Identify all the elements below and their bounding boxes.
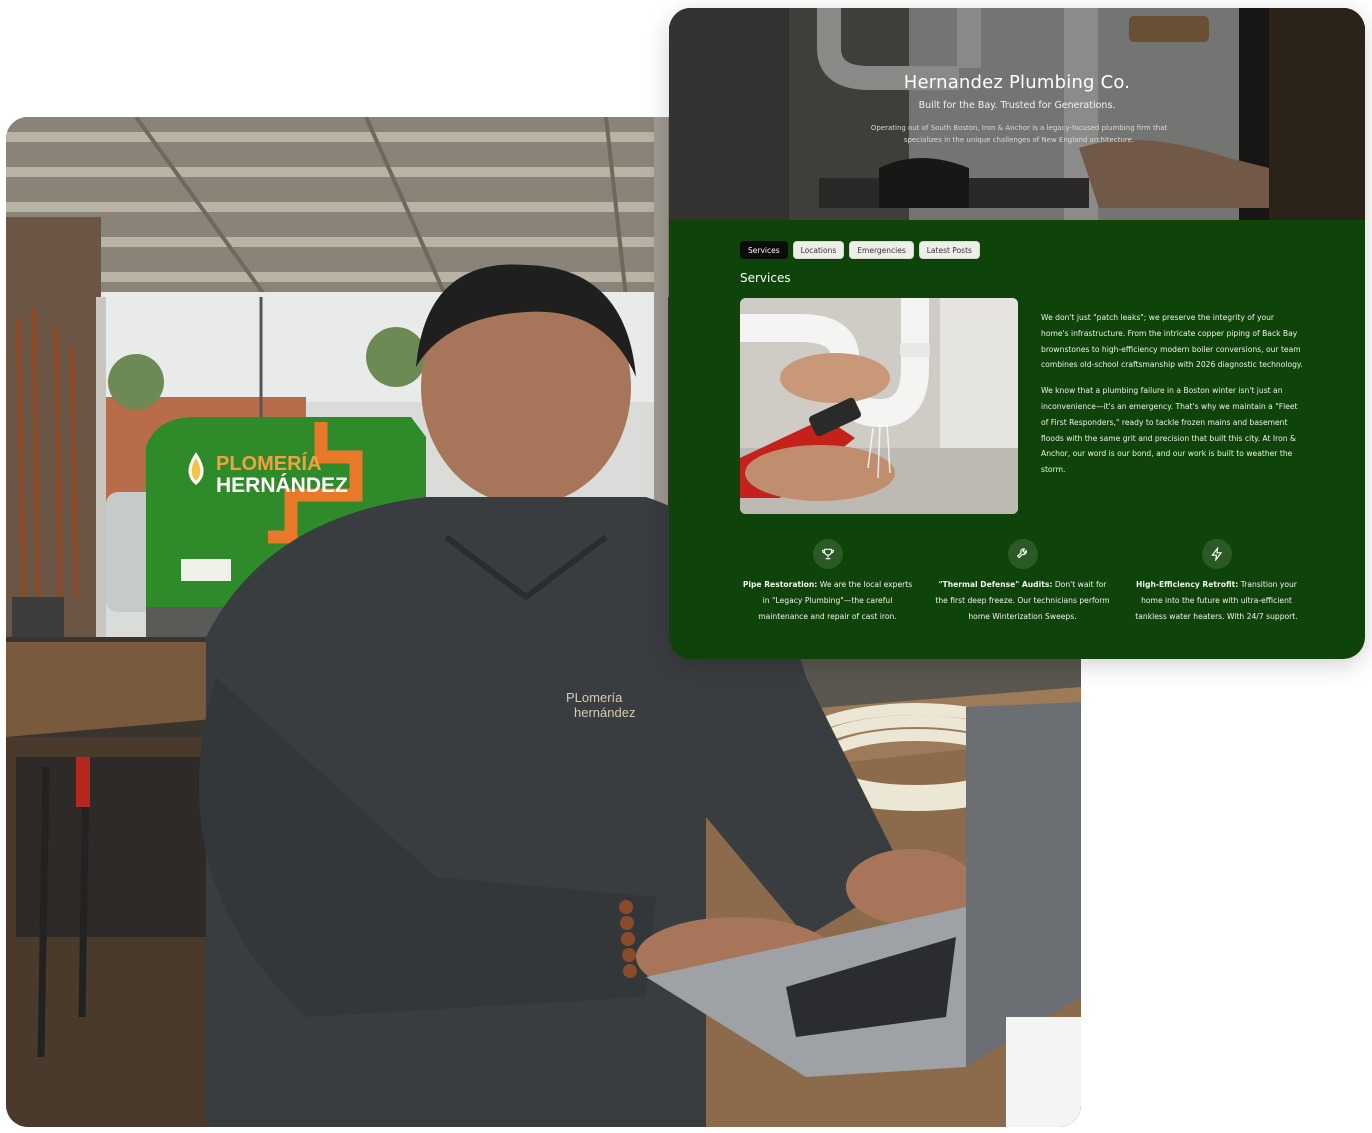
tab-locations[interactable]: Locations: [792, 241, 845, 259]
site-title: Hernandez Plumbing Co.: [903, 72, 1131, 93]
services-paragraph-2: We know that a plumbing failure in a Bos…: [1041, 386, 1298, 475]
hero-banner: Hernandez Plumbing Co. Built for the Bay…: [669, 8, 1365, 220]
feature-list: Pipe Restoration: We are the local exper…: [740, 539, 1320, 649]
wrench-icon: [1007, 539, 1038, 569]
van-text-line2: HERNÁNDEZ: [216, 474, 348, 497]
tab-latest-posts[interactable]: Latest Posts: [918, 241, 980, 259]
feature-2-title: "Thermal Defense" Audits:: [938, 580, 1053, 589]
tab-emergencies[interactable]: Emergencies: [849, 241, 914, 259]
feature-pipe-restoration: Pipe Restoration: We are the local exper…: [740, 539, 915, 625]
feature-thermal-defense: "Thermal Defense" Audits: Don't wait for…: [935, 539, 1110, 625]
pipe-repair-illustration: [740, 298, 1018, 514]
site-tagline: Built for the Bay. Trusted for Generatio…: [918, 100, 1116, 111]
tab-services[interactable]: Services: [740, 241, 788, 259]
section-heading: Services: [740, 271, 791, 285]
services-description: We don't just "patch leaks"; we preserve…: [1041, 310, 1303, 488]
shirt-logo-line1: PLomería: [566, 690, 623, 705]
services-paragraph-1: We don't just "patch leaks"; we preserve…: [1041, 313, 1303, 370]
feature-3-title: High-Efficiency Retrofit:: [1136, 580, 1239, 589]
section-tabs: Services Locations Emergencies Latest Po…: [740, 241, 980, 259]
van-text-line1: PLOMERÍA: [216, 452, 322, 475]
feature-high-efficiency: High-Efficiency Retrofit: Transition you…: [1129, 539, 1304, 625]
services-photo: [740, 298, 1018, 514]
website-preview-panel: Hernandez Plumbing Co. Built for the Bay…: [669, 8, 1365, 659]
trophy-icon: [812, 539, 843, 569]
lightning-icon: [1201, 539, 1232, 569]
feature-1-title: Pipe Restoration:: [742, 580, 818, 589]
site-description: Operating out of South Boston, Iron & An…: [870, 124, 1168, 144]
shirt-logo-line2: hernández: [574, 705, 635, 720]
